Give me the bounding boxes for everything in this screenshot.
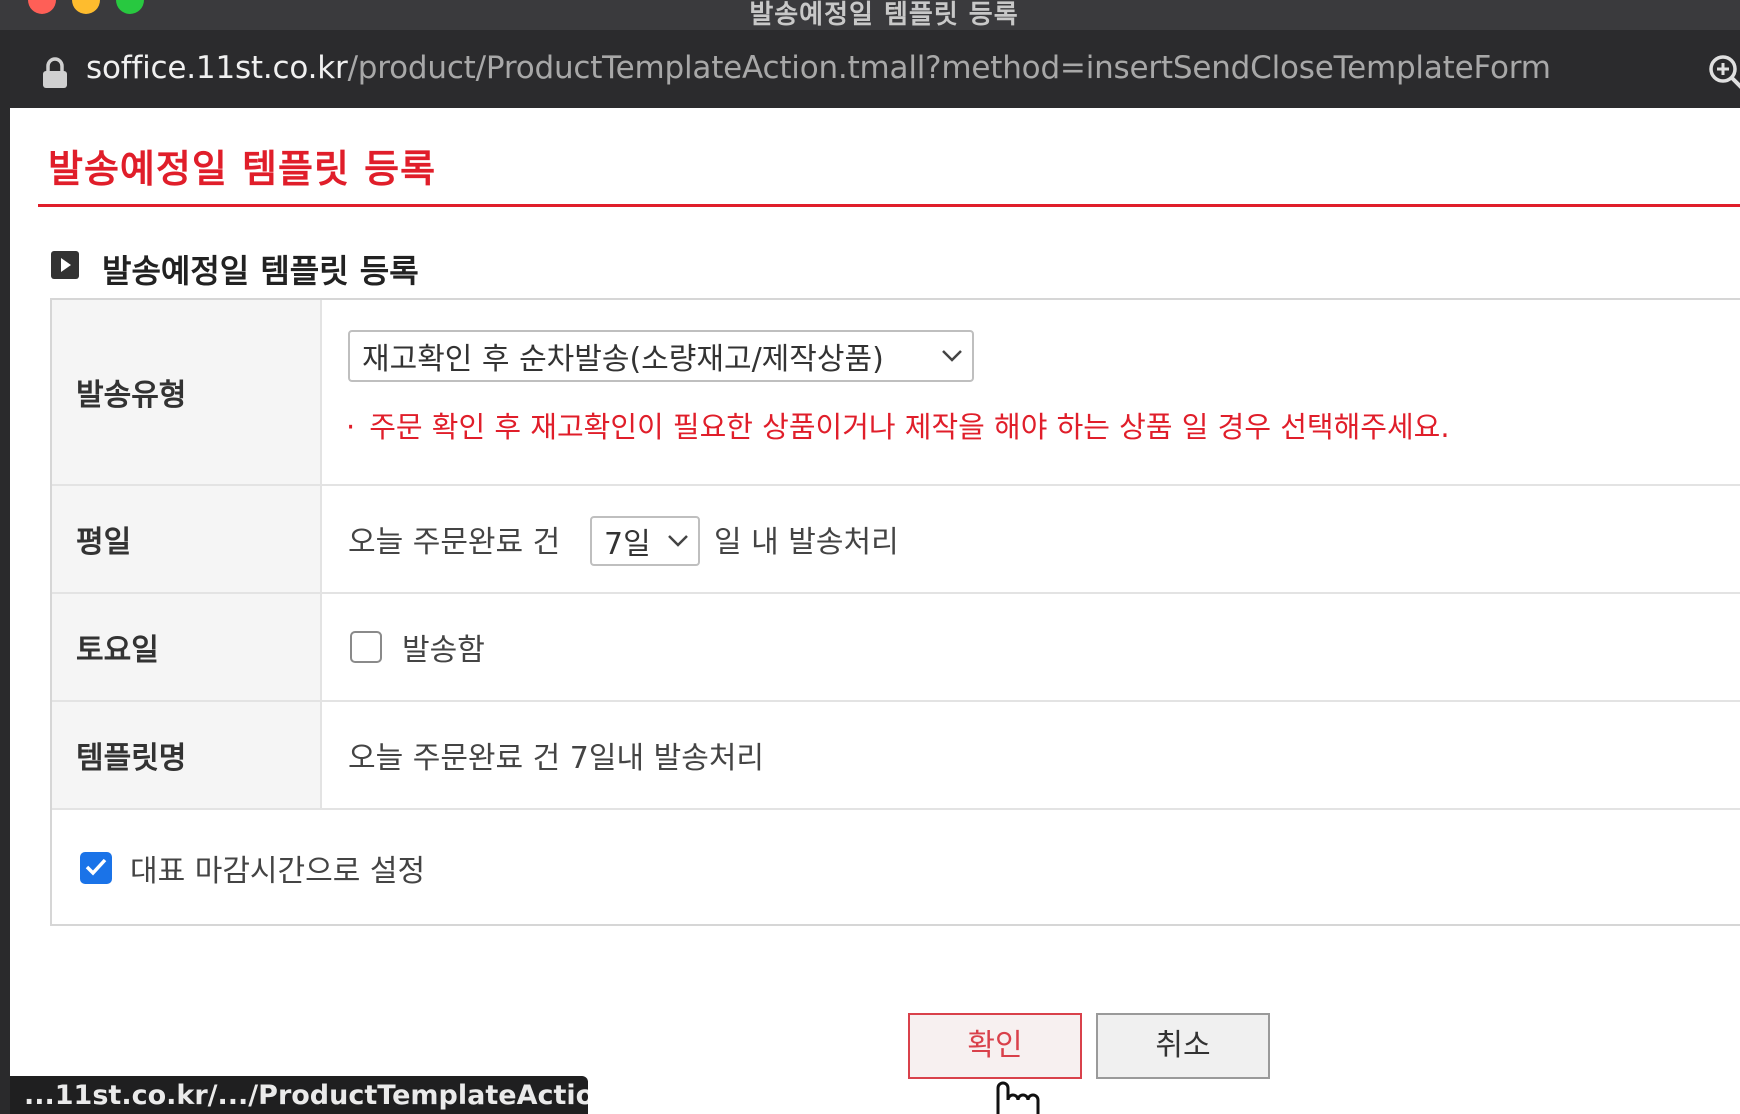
url-domain: soffice.11st.co.kr [86,50,348,86]
representative-checkbox[interactable] [80,852,112,884]
saturday-label: 토요일 [76,633,159,668]
title-bar: 발송예정일 템플릿 등록 [0,0,1740,30]
page-content: 발송예정일 템플릿 등록 발송예정일 템플릿 등록 발송유형 재고확인 후 순차… [10,108,1740,1114]
hand-cursor-icon [996,1081,1040,1114]
address-url[interactable]: soffice.11st.co.kr/product/ProductTempla… [86,50,1551,86]
shipping-type-label: 발송유형 [76,378,187,413]
shipping-type-select[interactable]: 재고확인 후 순차발송(소량재고/제작상품) [348,330,974,382]
template-name-value: 오늘 주문완료 건 7일내 발송처리 [348,741,765,776]
row-label-cell: 발송유형 [52,300,322,484]
checkmark-icon [85,858,107,876]
status-bar-url: ...11st.co.kr/.../ProductTemplateAction.… [10,1076,588,1114]
confirm-button[interactable]: 확인 [908,1013,1082,1079]
template-name-label: 템플릿명 [76,741,187,776]
row-template-name: 템플릿명 오늘 주문완료 건 7일내 발송처리 [52,702,1740,810]
weekday-days-value: 7일 [604,527,651,562]
weekday-suffix: 일 내 발송처리 [714,525,899,560]
row-label-cell: 평일 [52,486,322,592]
template-form: 발송유형 재고확인 후 순차발송(소량재고/제작상품) · 주문 확인 후 재고확… [50,298,1740,926]
hint-bullet: · [346,410,356,444]
representative-label[interactable]: 대표 마감시간으로 설정 [130,846,425,890]
shipping-type-hint: · 주문 확인 후 재고확인이 필요한 상품이거나 제작을 해야 하는 상품 일 … [346,404,1450,446]
page-title: 발송예정일 템플릿 등록 [48,147,437,191]
row-representative: 대표 마감시간으로 설정 [52,810,1740,926]
saturday-checkbox-label[interactable]: 발송함 [402,625,485,669]
section-title: 발송예정일 템플릿 등록 [102,252,419,290]
browser-window: 발송예정일 템플릿 등록 soffice.11st.co.kr/product/… [0,0,1740,1114]
saturday-checkbox[interactable] [350,631,382,663]
title-divider [38,204,1740,207]
row-shipping-type: 발송유형 재고확인 후 순차발송(소량재고/제작상품) · 주문 확인 후 재고확… [52,300,1740,486]
lock-icon [43,57,67,88]
chevron-down-icon [942,350,962,362]
weekday-label: 평일 [76,525,132,560]
url-path: /product/ProductTemplateAction.tmall?met… [347,50,1551,86]
zoom-icon[interactable] [1706,52,1740,92]
weekday-days-select[interactable]: 7일 [590,516,700,566]
shipping-type-value: 재고확인 후 순차발송(소량재고/제작상품) [362,342,884,377]
cancel-button[interactable]: 취소 [1096,1013,1270,1079]
chevron-down-icon [668,535,688,547]
hint-text: 주문 확인 후 재고확인이 필요한 상품이거나 제작을 해야 하는 상품 일 경… [369,410,1450,444]
row-label-cell: 템플릿명 [52,702,322,808]
address-bar[interactable]: soffice.11st.co.kr/product/ProductTempla… [10,30,1740,111]
window-title: 발송예정일 템플릿 등록 [749,0,1019,30]
row-saturday: 토요일 발송함 [52,594,1740,702]
play-square-icon [51,251,79,279]
row-weekday: 평일 오늘 주문완료 건 7일 일 내 발송처리 [52,486,1740,594]
row-label-cell: 토요일 [52,594,322,700]
weekday-prefix: 오늘 주문완료 건 [348,525,561,560]
